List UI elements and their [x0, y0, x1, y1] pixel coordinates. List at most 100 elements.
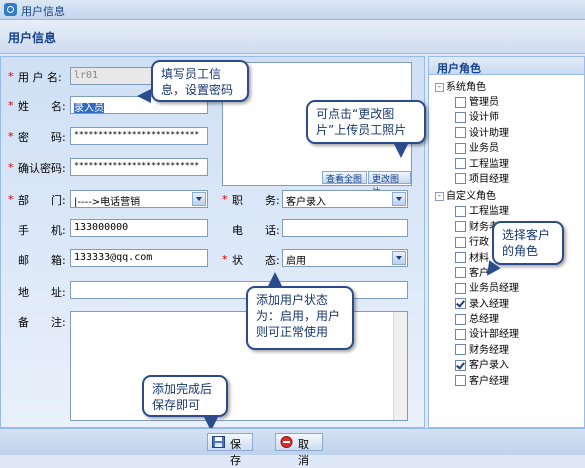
callout-text: 添加用户状态为：启用，用户则可正常使用 — [256, 293, 341, 339]
checkbox[interactable] — [455, 158, 466, 170]
checkbox[interactable] — [455, 267, 466, 279]
checkbox[interactable] — [455, 205, 466, 217]
confirm-password-label: 确认密码: — [18, 162, 66, 175]
tree-item[interactable]: 财务经理 — [435, 341, 583, 356]
tree-item-label: 工程监理 — [469, 206, 509, 218]
tree-group-system[interactable]: - 系统角色 — [435, 78, 583, 93]
callout-change-photo: 可点击“更改图片”上传员工照片 — [306, 100, 426, 158]
checkbox[interactable] — [455, 111, 466, 123]
chevron-down-icon[interactable] — [392, 251, 406, 265]
tree-item[interactable]: 设计部经理 — [435, 325, 583, 340]
tree-item-label: 客户录入 — [469, 360, 509, 372]
position-label: 职 务: — [232, 194, 280, 207]
tree-item[interactable]: 管理员 — [435, 93, 583, 108]
app-icon — [4, 3, 17, 16]
callout-text: 添加完成后保存即可 — [152, 382, 213, 412]
checkbox[interactable] — [455, 282, 466, 294]
required-mark: * — [8, 70, 14, 83]
checkbox[interactable] — [455, 375, 466, 387]
position-select[interactable]: 客户录入 — [282, 190, 408, 208]
password-label: 密 码: — [18, 131, 66, 144]
callout-role-hint: 选择客户的角色 — [481, 221, 564, 280]
tree-item[interactable]: 项目经理 — [435, 170, 583, 185]
remark-textarea[interactable] — [70, 311, 408, 421]
mobile-input[interactable]: 133000000 — [70, 219, 208, 237]
tree-item-label: 录入经理 — [469, 298, 509, 310]
callout-tail — [394, 144, 408, 158]
cancel-button-label: 取消 — [298, 438, 309, 467]
tree-item[interactable]: 工程监理 — [435, 155, 583, 170]
tree-item[interactable]: 设计助理 — [435, 124, 583, 139]
remark-label: 备 注: — [18, 316, 66, 329]
checkbox[interactable] — [455, 252, 466, 264]
checkbox[interactable] — [455, 173, 466, 185]
page-header: 用户信息 — [0, 20, 585, 54]
status-label: 状 态: — [232, 254, 280, 267]
chevron-down-icon[interactable] — [192, 192, 206, 206]
collapse-icon[interactable]: - — [435, 191, 444, 201]
page-title: 用户信息 — [8, 31, 57, 45]
checkbox[interactable] — [455, 142, 466, 154]
checkbox-checked[interactable] — [455, 298, 466, 310]
remark-scrollbar[interactable] — [393, 312, 407, 420]
tree-item[interactable]: 业务员 — [435, 139, 583, 154]
required-mark: * — [222, 253, 228, 266]
checkbox-checked[interactable] — [455, 359, 466, 371]
tree-item-label: 客户经理 — [469, 375, 509, 387]
mobile-label: 手 机: — [18, 224, 66, 237]
callout-text: 可点击“更改图片”上传员工照片 — [316, 107, 407, 137]
collapse-icon[interactable]: - — [435, 82, 444, 92]
email-input[interactable]: 133333@qq.com — [70, 249, 208, 267]
tree-item[interactable]: 客户录入 — [435, 356, 583, 371]
checkbox[interactable] — [455, 313, 466, 325]
tree-item-label: 总经理 — [469, 314, 499, 326]
password-input[interactable]: ************************** — [70, 127, 208, 145]
tree-item-label: 管理员 — [469, 97, 499, 108]
name-input-value: 录入员 — [74, 103, 104, 114]
window-title: 用户信息 — [21, 5, 65, 18]
required-mark: * — [8, 130, 14, 143]
required-mark: * — [8, 193, 14, 206]
checkbox[interactable] — [455, 221, 466, 233]
save-button[interactable]: 保存 — [207, 433, 253, 467]
checkbox[interactable] — [455, 344, 466, 356]
phone-input[interactable] — [282, 219, 408, 237]
name-label: 姓 名: — [18, 100, 66, 113]
callout-save-hint: 添加完成后保存即可 — [142, 375, 228, 431]
tree-item-label: 业务员经理 — [469, 283, 519, 295]
tree-item[interactable]: 总经理 — [435, 310, 583, 325]
cancel-button[interactable]: 取消 — [275, 433, 323, 467]
tree-item-label: 行政 — [469, 237, 489, 249]
change-photo-button[interactable]: 更改图片 — [368, 171, 411, 198]
callout-text: 选择客户的角色 — [502, 228, 551, 258]
checkbox[interactable] — [455, 127, 466, 139]
phone-label: 电 话: — [232, 224, 280, 237]
confirm-password-input[interactable]: ************************** — [70, 158, 208, 176]
save-icon — [212, 436, 225, 448]
tree-group-label: 系统角色 — [446, 82, 486, 93]
save-button-label: 保存 — [230, 438, 241, 467]
tree-item[interactable]: 业务员经理 — [435, 279, 583, 294]
status-select[interactable]: 启用 — [282, 249, 408, 267]
department-select[interactable]: |---->电话营销 — [70, 190, 208, 208]
tree-item[interactable]: 设计师 — [435, 108, 583, 123]
checkbox[interactable] — [455, 236, 466, 248]
tree-item-label: 工程监理 — [469, 158, 509, 170]
tree-item[interactable]: 客户 — [435, 264, 583, 279]
checkbox[interactable] — [455, 96, 466, 108]
address-input[interactable] — [70, 281, 408, 299]
tree-group-custom[interactable]: - 自定义角色 — [435, 187, 583, 202]
chevron-down-icon[interactable] — [392, 192, 406, 206]
callout-fill-info: 填写员工信息，设置密码 — [137, 60, 249, 103]
required-mark: * — [8, 99, 14, 112]
tree-item[interactable]: 客户经理 — [435, 372, 583, 387]
tree-item[interactable]: 录入经理 — [435, 295, 583, 310]
tree-item[interactable]: 工程监理 — [435, 202, 583, 217]
roles-title: 用户角色 — [437, 62, 481, 75]
callout-tail — [268, 272, 282, 286]
checkbox[interactable] — [455, 328, 466, 340]
window-titlebar: 用户信息 — [0, 0, 585, 20]
tree-item-label: 材料 — [469, 252, 489, 264]
view-full-photo-button[interactable]: 查看全图 — [322, 171, 367, 185]
callout-text: 填写员工信息，设置密码 — [161, 67, 234, 97]
